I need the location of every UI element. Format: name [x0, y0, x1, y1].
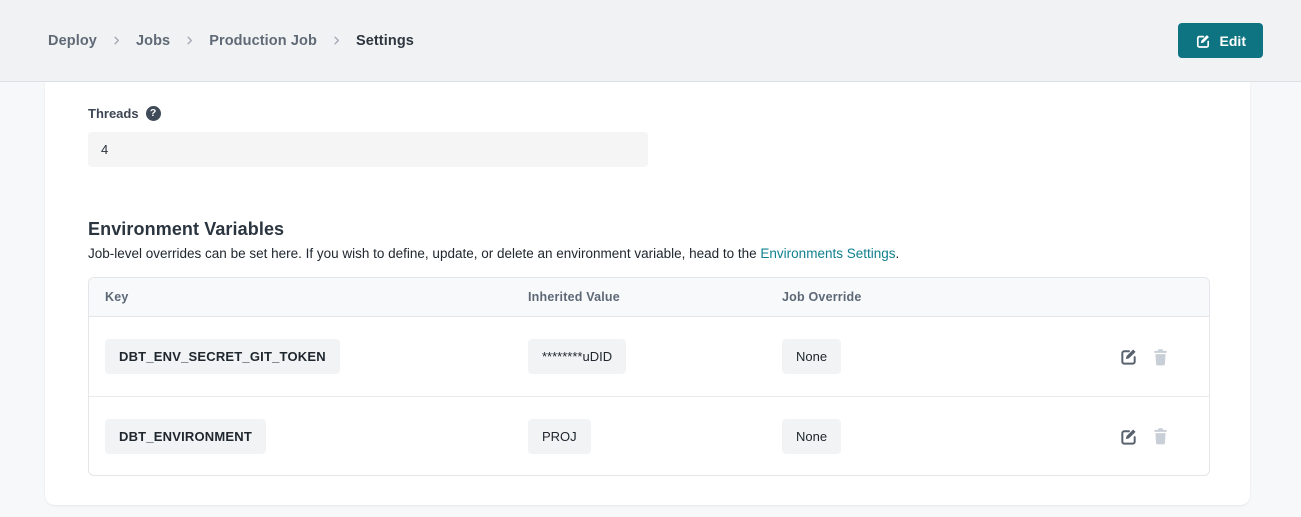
question-mark-circle-icon[interactable]: ? — [146, 106, 161, 121]
column-header-key: Key — [105, 290, 528, 304]
trash-icon — [1152, 348, 1169, 366]
edit-row-button[interactable] — [1119, 347, 1138, 366]
environment-variables-description: Job-level overrides can be set here. If … — [88, 246, 1210, 261]
breadcrumb-item-deploy[interactable]: Deploy — [48, 33, 97, 49]
trash-icon — [1152, 427, 1169, 445]
edit-row-button[interactable] — [1119, 427, 1138, 446]
breadcrumb: Deploy Jobs Production Job Settings — [48, 33, 414, 49]
description-period: . — [896, 246, 900, 261]
chevron-right-icon — [331, 35, 342, 46]
threads-field-header: Threads ? — [88, 106, 1210, 121]
breadcrumb-item-settings: Settings — [356, 33, 414, 49]
env-var-inherited-value: ********uDID — [528, 339, 626, 374]
threads-input[interactable] — [88, 132, 648, 167]
env-var-job-override: None — [782, 339, 841, 374]
breadcrumb-item-jobs[interactable]: Jobs — [136, 33, 170, 49]
settings-card: Threads ? Environment Variables Job-leve… — [45, 82, 1250, 505]
table-row: DBT_ENVIRONMENT PROJ None — [89, 396, 1209, 475]
column-header-job-override: Job Override — [782, 290, 1119, 304]
env-var-inherited-value: PROJ — [528, 419, 591, 454]
delete-row-button[interactable] — [1152, 427, 1169, 445]
chevron-right-icon — [184, 35, 195, 46]
environment-variables-title: Environment Variables — [88, 219, 1210, 240]
column-header-inherited-value: Inherited Value — [528, 290, 782, 304]
description-text: Job-level overrides can be set here. If … — [88, 246, 760, 261]
env-var-job-override: None — [782, 419, 841, 454]
edit-button[interactable]: Edit — [1178, 23, 1263, 58]
edit-pencil-square-icon — [1195, 33, 1211, 49]
environment-variables-table: Key Inherited Value Job Override DBT_ENV… — [88, 277, 1210, 476]
top-bar: Deploy Jobs Production Job Settings Edit — [0, 0, 1301, 82]
table-header-row: Key Inherited Value Job Override — [89, 278, 1209, 317]
env-var-key: DBT_ENV_SECRET_GIT_TOKEN — [105, 339, 340, 374]
env-var-key: DBT_ENVIRONMENT — [105, 419, 266, 454]
chevron-right-icon — [111, 35, 122, 46]
threads-label: Threads — [88, 106, 139, 121]
delete-row-button[interactable] — [1152, 348, 1169, 366]
breadcrumb-item-production-job[interactable]: Production Job — [209, 33, 317, 49]
table-row: DBT_ENV_SECRET_GIT_TOKEN ********uDID No… — [89, 317, 1209, 396]
edit-button-label: Edit — [1220, 33, 1246, 49]
edit-pencil-square-icon — [1119, 347, 1138, 366]
environments-settings-link[interactable]: Environments Settings — [760, 246, 895, 261]
edit-pencil-square-icon — [1119, 427, 1138, 446]
environment-variables-section: Environment Variables Job-level override… — [88, 219, 1210, 476]
